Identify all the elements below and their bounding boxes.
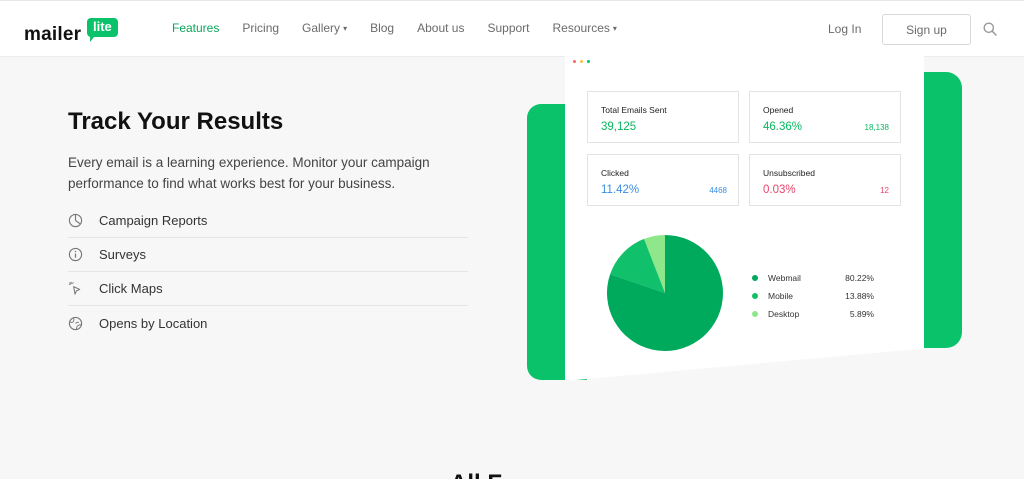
legend-percentage: 13.88% [845,291,874,301]
feature-label: Click Maps [99,281,163,296]
legend-percentage: 5.89% [849,309,874,319]
feature-label: Opens by Location [99,315,208,331]
stat-count: 4468 [709,186,727,195]
login-link[interactable]: Log In [828,22,861,36]
stat-value: 11.42% [601,184,640,196]
feature-item-opens-by-location[interactable]: Opens by Location [68,306,468,340]
next-section-heading: All F [450,470,502,479]
stat-card-unsubscribed: Unsubscribed 0.03% 12 [749,154,901,206]
pie-legend: Webmail 80.22% Mobile 13.88% Desktop 5.89% [752,269,874,323]
legend-percentage: 80.22% [845,273,874,283]
stat-value: 0.03% [763,184,796,196]
nav-label: Gallery [302,21,341,35]
stat-label: Total Emails Sent [601,105,667,115]
nav-gallery[interactable]: Gallery ▾ [302,21,347,35]
stat-value: 39,125 [601,121,637,133]
search-icon[interactable] [983,22,997,36]
window-dot [587,60,590,63]
signup-button[interactable]: Sign up [882,14,971,45]
nav-about-us[interactable]: About us [417,21,464,35]
nav-label: Blog [370,21,395,35]
stat-label: Opened [763,105,794,115]
pie-chart-icon [68,213,83,228]
main-nav: Features Pricing Gallery ▾ Blog About us Suppo… [172,21,640,35]
globe-icon [68,316,83,330]
stat-card-opened: Opened 46.36% 18,138 [749,91,901,143]
logo-text: mailer [24,24,82,45]
report-dashboard-card: Total Emails Sent 39,125 Opened 46.36% 1… [565,56,924,381]
nav-support[interactable]: Support [487,21,529,35]
legend-name: Desktop [768,309,800,319]
legend-swatch [752,311,758,317]
nav-label: Support [487,21,530,35]
window-dot [580,60,583,63]
chevron-down-icon: ▾ [612,24,617,33]
logo-badge: lite [87,18,118,42]
feature-item-surveys[interactable]: Surveys [68,238,468,272]
nav-label: Pricing [242,21,280,35]
legend-name: Webmail [768,273,801,283]
legend-item-desktop: Desktop 5.89% [752,305,874,323]
nav-label: Resources [552,21,610,35]
stat-value: 46.36% [763,121,803,133]
legend-item-webmail: Webmail 80.22% [752,269,874,287]
feature-item-campaign-reports[interactable]: Campaign Reports [68,204,468,238]
stat-label: Unsubscribed [763,168,815,178]
nav-resources[interactable]: Resources ▾ [553,21,617,35]
window-dot [573,60,576,63]
legend-item-mobile: Mobile 13.88% [752,287,874,305]
legend-name: Mobile [768,291,794,301]
stat-card-total-emails-sent: Total Emails Sent 39,125 [587,91,739,143]
section-description: Every email is a learning experience. Mo… [68,155,430,191]
nav-label: Features [172,21,220,35]
feature-label: Campaign Reports [99,213,208,228]
stat-card-clicked: Clicked 11.42% 4468 [587,154,739,206]
feature-label: Surveys [99,247,146,262]
stat-count: 18,138 [864,123,889,132]
nav-label: About us [417,21,465,35]
legend-swatch [752,275,758,281]
cursor-click-icon [68,281,81,295]
feature-item-click-maps[interactable]: Click Maps [68,272,468,306]
chevron-down-icon: ▾ [343,24,348,33]
info-icon [68,247,83,262]
window-dots [573,60,590,63]
site-header: mailer lite Features Pricing Gallery ▾ Blog A… [0,0,1024,57]
stat-count: 12 [880,186,889,195]
feature-list: Campaign Reports Surveys Click Maps Open… [68,204,468,340]
nav-blog[interactable]: Blog [370,21,394,35]
device-pie-chart [607,235,723,351]
stat-label: Clicked [601,168,629,178]
nav-features[interactable]: Features [172,21,219,35]
legend-swatch [752,293,758,299]
section-title: Track Your Results [68,108,284,135]
nav-pricing[interactable]: Pricing [242,21,279,35]
